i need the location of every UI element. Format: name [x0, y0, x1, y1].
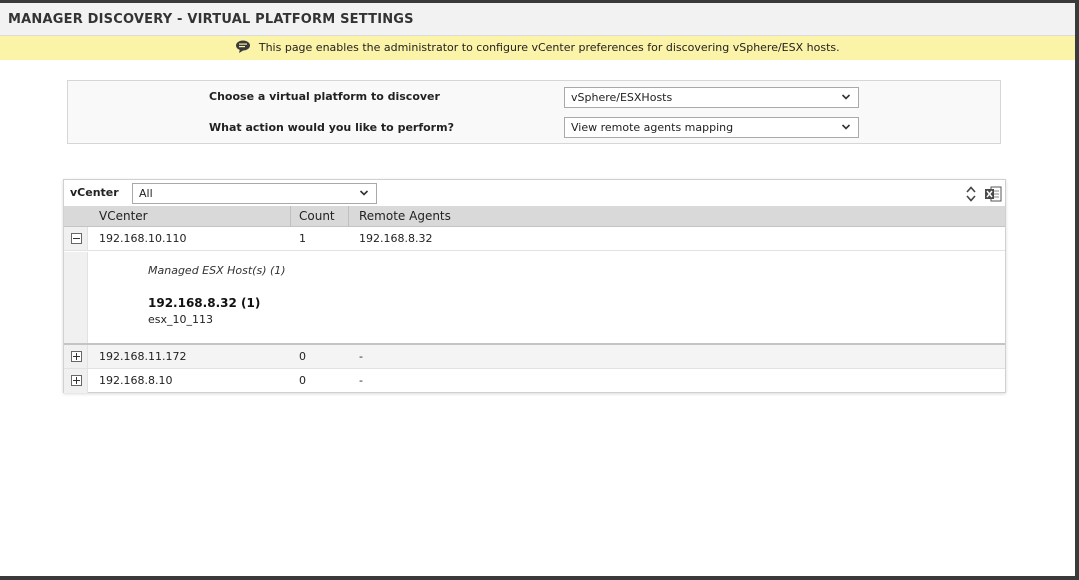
chevron-down-icon [841, 94, 851, 100]
managed-hosts-heading: Managed ESX Host(s) (1) [148, 264, 286, 277]
table-row[interactable]: 192.168.10.110 1 192.168.8.32 [64, 227, 1005, 251]
vcenter-filter-select[interactable]: All [132, 183, 377, 204]
cell-remote-agents: - [359, 350, 363, 363]
action-label: What action would you like to perform? [209, 121, 454, 134]
settings-panel: Choose a virtual platform to discover vS… [67, 80, 1001, 144]
action-select[interactable]: View remote agents mapping [564, 117, 859, 138]
column-divider [290, 206, 291, 227]
column-header-vcenter[interactable]: VCenter [99, 206, 148, 227]
chevron-down-icon [841, 124, 851, 130]
cell-vcenter: 192.168.10.110 [99, 232, 187, 245]
title-bar: MANAGER DISCOVERY - VIRTUAL PLATFORM SET… [0, 3, 1075, 36]
table-row[interactable]: 192.168.8.10 0 - [64, 369, 1005, 393]
platform-label: Choose a virtual platform to discover [209, 90, 440, 103]
row-gutter [64, 227, 88, 250]
speech-bubble-icon [236, 40, 251, 53]
expand-icon[interactable] [71, 375, 82, 386]
cell-count: 0 [299, 350, 306, 363]
vcenter-filter-label: vCenter [70, 186, 119, 199]
excel-export-icon[interactable] [984, 185, 1002, 203]
cell-count: 1 [299, 232, 306, 245]
column-header-remote-agents[interactable]: Remote Agents [359, 206, 451, 227]
grid-header: VCenter Count Remote Agents [64, 206, 1005, 227]
cell-vcenter: 192.168.8.10 [99, 374, 173, 387]
chevron-down-icon [359, 190, 369, 196]
row-gutter [64, 345, 88, 368]
info-text: This page enables the administrator to c… [258, 41, 840, 54]
column-header-count[interactable]: Count [299, 206, 335, 227]
row-gutter [64, 369, 88, 393]
cell-vcenter: 192.168.11.172 [99, 350, 187, 363]
remote-agent-ip: 192.168.8.32 (1) [148, 296, 261, 310]
table-row[interactable]: 192.168.11.172 0 - [64, 344, 1005, 369]
collapse-icon[interactable] [71, 233, 82, 244]
cell-remote-agents: - [359, 374, 363, 387]
vcenter-filter-value: All [139, 187, 153, 200]
info-banner: This page enables the administrator to c… [0, 36, 1075, 60]
row-gutter [64, 252, 88, 343]
column-divider [348, 206, 349, 227]
vcenter-panel: vCenter All VCenter Count Remote Agents … [63, 179, 1006, 393]
expand-icon[interactable] [71, 351, 82, 362]
sort-updown-icon[interactable] [963, 185, 979, 203]
page-title: MANAGER DISCOVERY - VIRTUAL PLATFORM SET… [8, 12, 414, 27]
platform-select[interactable]: vSphere/ESXHosts [564, 87, 859, 108]
cell-count: 0 [299, 374, 306, 387]
esx-host-name: esx_10_113 [148, 313, 214, 326]
row-detail-panel: Managed ESX Host(s) (1) 192.168.8.32 (1)… [64, 252, 1005, 344]
action-select-value: View remote agents mapping [571, 121, 734, 134]
cell-remote-agents: 192.168.8.32 [359, 232, 433, 245]
platform-select-value: vSphere/ESXHosts [571, 91, 673, 104]
